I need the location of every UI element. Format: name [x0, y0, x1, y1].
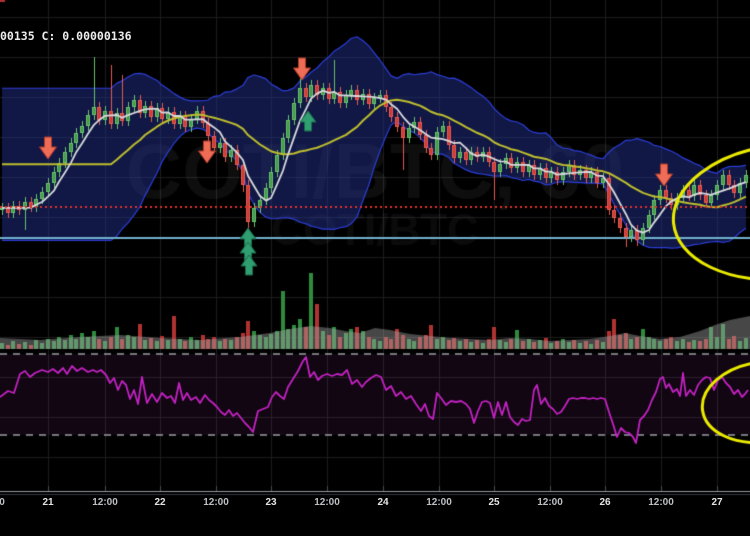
price-chart-canvas[interactable]	[0, 0, 750, 536]
chart-window: 00135 C: 0.00000136 12:002112:002212:002…	[0, 0, 750, 536]
ohlc-readout: 00135 C: 0.00000136	[0, 29, 132, 43]
